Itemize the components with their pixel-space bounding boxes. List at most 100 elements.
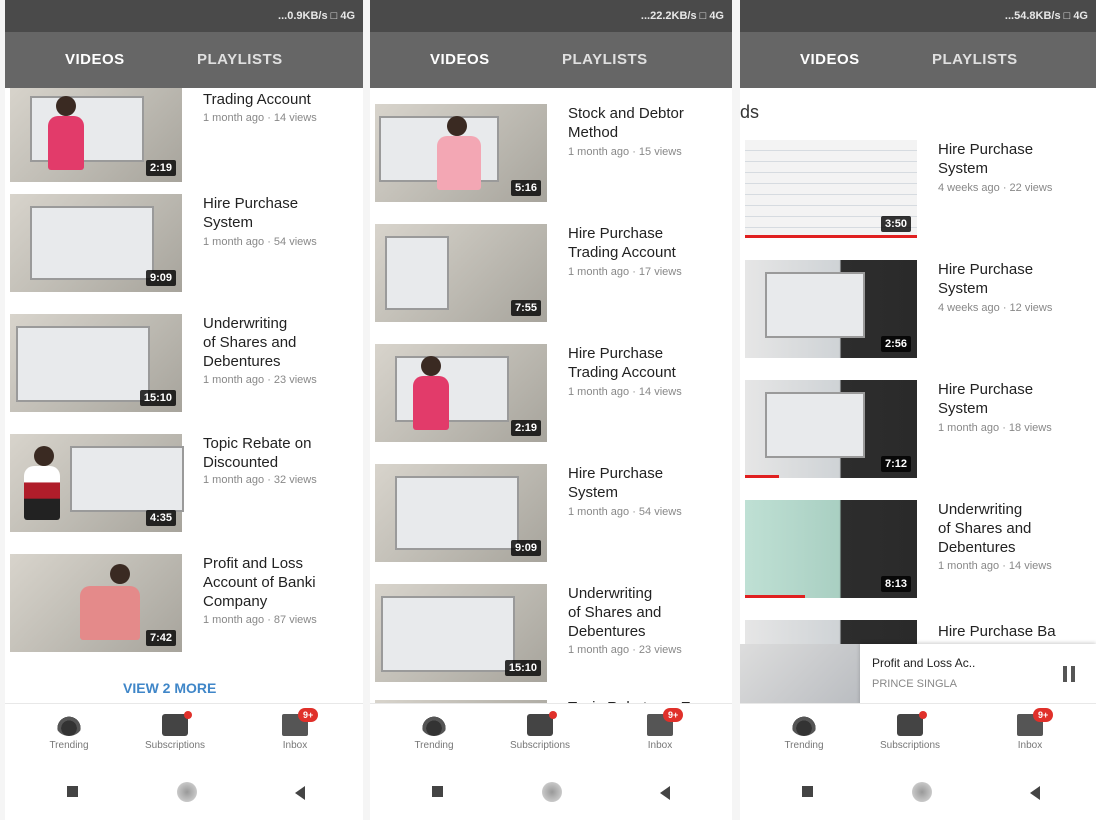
duration-badge: 7:42 bbox=[145, 630, 176, 646]
duration-badge: 7:55 bbox=[510, 300, 541, 316]
video-thumbnail[interactable]: 7:12 bbox=[745, 380, 917, 478]
nav-label: Subscriptions bbox=[144, 740, 206, 751]
video-thumbnail[interactable]: 7:42 bbox=[10, 554, 182, 652]
video-title[interactable]: Trading Account bbox=[203, 90, 359, 109]
video-thumbnail[interactable]: 2:56 bbox=[745, 260, 917, 358]
nav-subscriptions[interactable]: Subscriptions bbox=[125, 708, 225, 751]
phone-screen-1: ...0.9KB/s □ 4G VIDEOS PLAYLISTS 2:19 Tr… bbox=[5, 0, 363, 820]
notebook-page bbox=[765, 272, 865, 338]
notification-dot bbox=[184, 711, 192, 719]
video-thumbnail[interactable]: 2:19 bbox=[10, 88, 182, 182]
presenter bbox=[24, 466, 60, 520]
bottom-navigation: Trending Subscriptions 9+ Inbox bbox=[740, 703, 1096, 768]
nav-inbox[interactable]: 9+ Inbox bbox=[610, 708, 710, 751]
video-meta: 1 month ago · 18 views bbox=[938, 422, 1052, 434]
system-navigation bbox=[5, 768, 363, 820]
subscriptions-icon bbox=[897, 711, 927, 736]
mini-player-title[interactable]: Profit and Loss Ac.. bbox=[872, 656, 975, 670]
nav-trending[interactable]: Trending bbox=[19, 708, 119, 751]
video-meta: 1 month ago · 23 views bbox=[568, 644, 682, 656]
tab-bar: VIDEOS PLAYLISTS bbox=[740, 32, 1096, 88]
video-title[interactable]: Hire Purchase System bbox=[938, 380, 1092, 418]
home-circle-icon[interactable] bbox=[177, 782, 197, 802]
video-thumbnail[interactable]: 15:10 bbox=[375, 584, 547, 682]
tab-bar: VIDEOS PLAYLISTS bbox=[5, 32, 363, 88]
nav-subscriptions[interactable]: Subscriptions bbox=[860, 708, 960, 751]
mini-player[interactable]: Profit and Loss Ac.. PRINCE SINGLA bbox=[860, 644, 1096, 706]
nav-subscriptions[interactable]: Subscriptions bbox=[490, 708, 590, 751]
video-thumbnail[interactable]: 2:19 bbox=[375, 344, 547, 442]
video-thumbnail[interactable]: 3:50 bbox=[745, 140, 917, 238]
inbox-badge: 9+ bbox=[298, 708, 319, 722]
notification-dot bbox=[919, 711, 927, 719]
video-title[interactable]: Hire Purchase Trading Account bbox=[568, 344, 728, 382]
duration-badge: 2:56 bbox=[880, 336, 911, 352]
recents-square-icon[interactable] bbox=[432, 786, 443, 797]
tab-playlists[interactable]: PLAYLISTS bbox=[932, 32, 1018, 88]
home-circle-icon[interactable] bbox=[542, 782, 562, 802]
tab-videos[interactable]: VIDEOS bbox=[430, 32, 490, 88]
tab-playlists[interactable]: PLAYLISTS bbox=[197, 32, 283, 88]
video-thumbnail[interactable]: 7:55 bbox=[375, 224, 547, 322]
pause-icon[interactable] bbox=[1062, 666, 1076, 682]
duration-badge: 2:19 bbox=[510, 420, 541, 436]
nav-inbox[interactable]: 9+ Inbox bbox=[980, 708, 1080, 751]
video-meta: 1 month ago · 17 views bbox=[568, 266, 682, 278]
status-bar: ...22.2KB/s □ 4G bbox=[370, 0, 732, 32]
inbox-badge: 9+ bbox=[663, 708, 684, 722]
video-title[interactable]: Underwriting of Shares and Debentures bbox=[203, 314, 359, 371]
nav-trending[interactable]: Trending bbox=[754, 708, 854, 751]
nav-label: Trending bbox=[784, 740, 824, 751]
video-thumbnail[interactable]: 15:10 bbox=[10, 314, 182, 412]
video-thumbnail[interactable]: 9:09 bbox=[375, 464, 547, 562]
whiteboard bbox=[16, 326, 150, 402]
inbox-badge: 9+ bbox=[1033, 708, 1054, 722]
back-triangle-icon[interactable] bbox=[1030, 786, 1040, 800]
mini-player-thumbnail[interactable] bbox=[740, 644, 860, 706]
presenter bbox=[48, 116, 84, 170]
video-title[interactable]: Profit and Loss Account of Banki Company bbox=[203, 554, 359, 611]
nav-trending[interactable]: Trending bbox=[384, 708, 484, 751]
notebook-page bbox=[765, 392, 865, 458]
tab-playlists[interactable]: PLAYLISTS bbox=[562, 32, 648, 88]
video-title[interactable]: Hire Purchase Trading Account bbox=[568, 224, 728, 262]
back-triangle-icon[interactable] bbox=[660, 786, 670, 800]
nav-label: Trending bbox=[414, 740, 454, 751]
video-title[interactable]: Underwriting of Shares and Debentures bbox=[568, 584, 728, 641]
duration-badge: 15:10 bbox=[139, 390, 176, 406]
video-title[interactable]: Stock and Debtor Method bbox=[568, 104, 728, 142]
duration-badge: 5:16 bbox=[510, 180, 541, 196]
video-title[interactable]: Topic Rebate on Discounted bbox=[203, 434, 359, 472]
tab-videos[interactable]: VIDEOS bbox=[65, 32, 125, 88]
nav-inbox[interactable]: 9+ Inbox bbox=[245, 708, 345, 751]
recents-square-icon[interactable] bbox=[67, 786, 78, 797]
recents-square-icon[interactable] bbox=[802, 786, 813, 797]
whiteboard bbox=[70, 446, 184, 512]
video-meta: 1 month ago · 54 views bbox=[568, 506, 682, 518]
video-title[interactable]: Hire Purchase Ba bbox=[938, 622, 1092, 641]
home-circle-icon[interactable] bbox=[912, 782, 932, 802]
video-thumbnail[interactable]: 9:09 bbox=[10, 194, 182, 292]
watch-progress-bar bbox=[745, 475, 780, 478]
video-title[interactable]: Underwriting of Shares and Debentures bbox=[938, 500, 1092, 557]
nav-label: Subscriptions bbox=[509, 740, 571, 751]
subscriptions-icon bbox=[162, 711, 192, 736]
tab-videos[interactable]: VIDEOS bbox=[800, 32, 860, 88]
video-title[interactable]: Hire Purchase System bbox=[203, 194, 359, 232]
phone-screen-3: ...54.8KB/s □ 4G VIDEOS PLAYLISTS ds 3:5… bbox=[740, 0, 1096, 820]
presenter-head bbox=[56, 96, 76, 116]
inbox-icon: 9+ bbox=[282, 708, 319, 736]
video-thumbnail[interactable]: 8:13 bbox=[745, 500, 917, 598]
video-thumbnail[interactable]: 4:35 bbox=[10, 434, 184, 532]
view-more-button[interactable]: VIEW 2 MORE bbox=[123, 680, 216, 696]
video-thumbnail[interactable]: 5:16 bbox=[375, 104, 547, 202]
video-title[interactable]: Hire Purchase System bbox=[938, 140, 1092, 178]
back-triangle-icon[interactable] bbox=[295, 786, 305, 800]
duration-badge: 15:10 bbox=[504, 660, 541, 676]
video-title[interactable]: Hire Purchase System bbox=[938, 260, 1092, 298]
video-list: ds 3:50 Hire Purchase System 4 weeks ago… bbox=[740, 88, 1096, 720]
video-meta: 1 month ago · 23 views bbox=[203, 374, 317, 386]
duration-badge: 4:35 bbox=[145, 510, 176, 526]
presenter-head bbox=[34, 446, 54, 466]
video-title[interactable]: Hire Purchase System bbox=[568, 464, 728, 502]
